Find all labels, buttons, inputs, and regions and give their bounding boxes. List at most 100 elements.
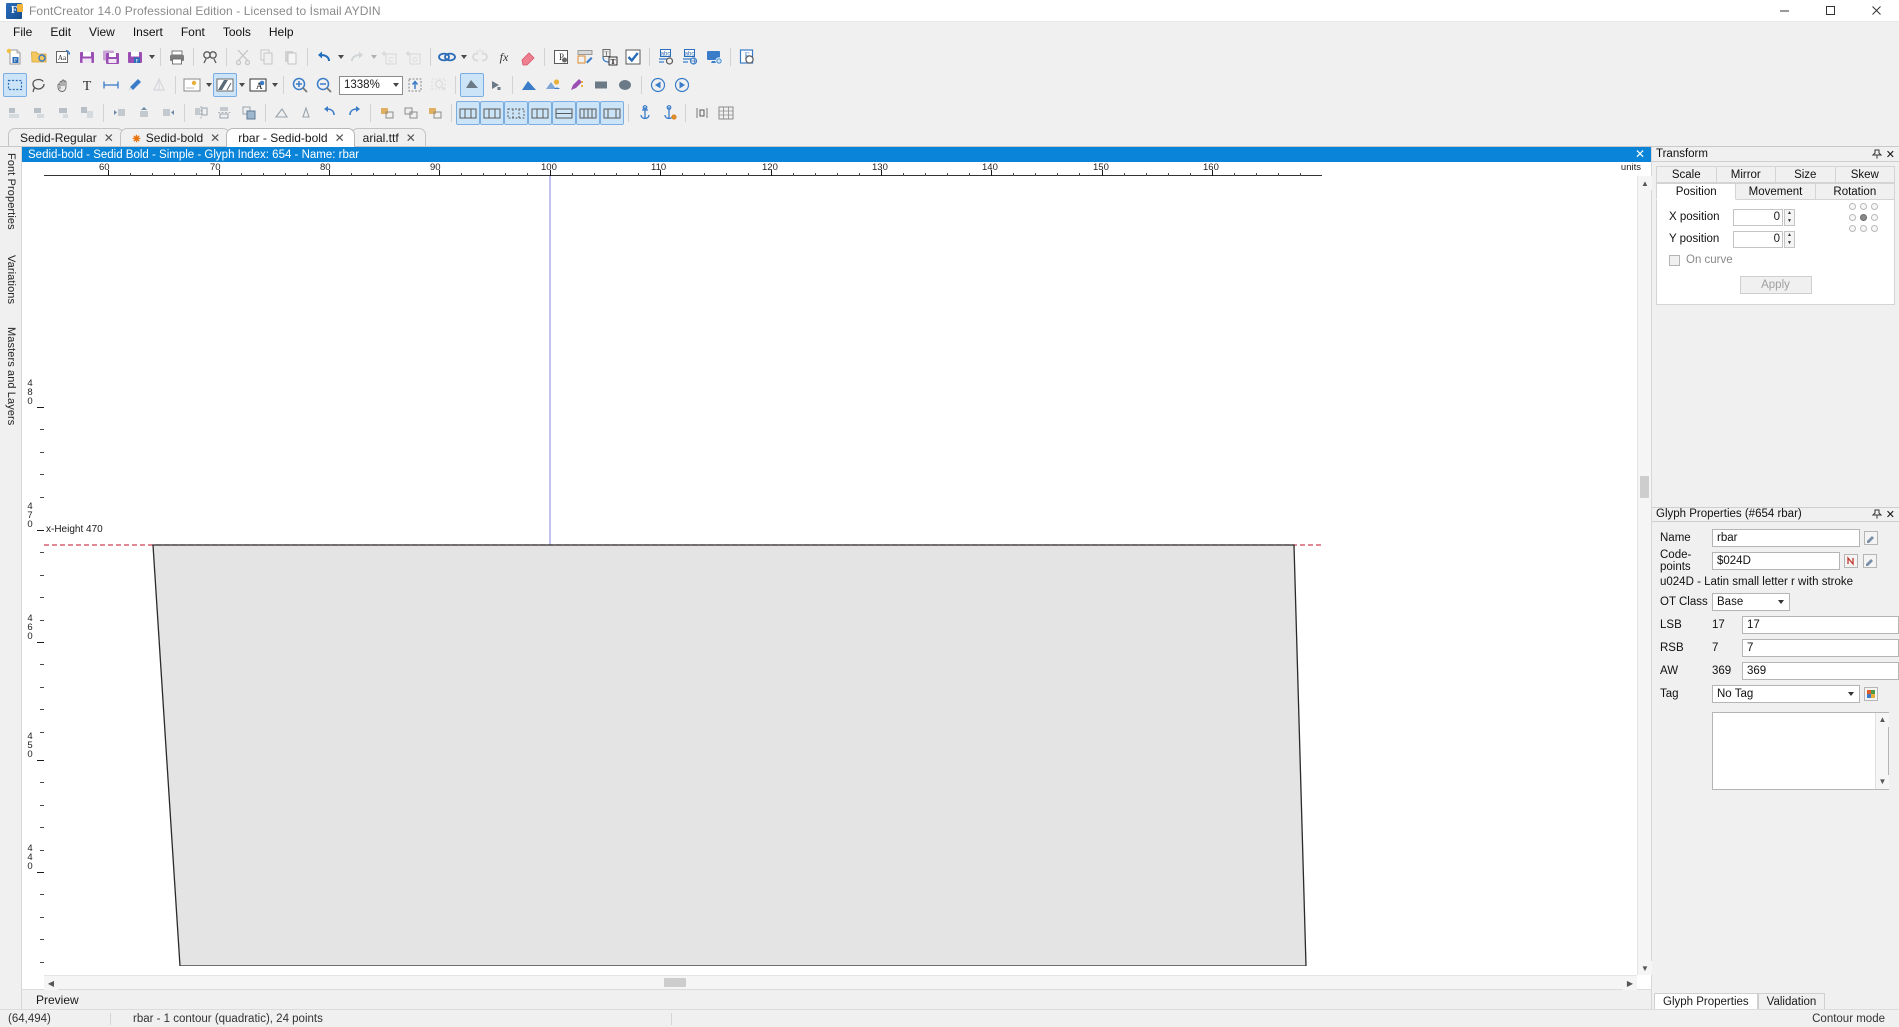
add-contour-button[interactable]: C	[378, 45, 402, 69]
highlight-button[interactable]	[565, 73, 589, 97]
redo-dropdown-caret[interactable]	[369, 45, 378, 69]
paste-button[interactable]	[279, 45, 303, 69]
anchor-attach-button[interactable]	[657, 101, 681, 125]
bottom-tab-validation[interactable]: Validation	[1758, 993, 1826, 1009]
codepoints-input[interactable]: $024D	[1712, 552, 1840, 570]
redo-button[interactable]	[345, 45, 369, 69]
grid-4-button[interactable]	[528, 101, 552, 125]
chevron-down-icon[interactable]	[1843, 686, 1859, 702]
undo-dropdown-caret[interactable]	[336, 45, 345, 69]
contour-fill-caret[interactable]	[237, 73, 246, 97]
apply-button[interactable]: Apply	[1740, 276, 1812, 294]
x-position-input[interactable]: 0	[1733, 209, 1783, 226]
menu-view[interactable]: View	[80, 22, 124, 42]
transform-tab-mirror[interactable]: Mirror	[1717, 166, 1777, 183]
tab-close-icon[interactable]: ✕	[406, 133, 416, 143]
maximize-button[interactable]	[1807, 0, 1853, 22]
grid-6-button[interactable]	[576, 101, 600, 125]
notes-scroll-up-icon[interactable]: ▲	[1876, 713, 1889, 727]
grid-7-button[interactable]	[600, 101, 624, 125]
scroll-down-arrow-icon[interactable]: ▼	[1638, 961, 1652, 975]
x-position-spinner[interactable]: ▲▼	[1784, 209, 1795, 226]
otclass-select[interactable]: Base	[1712, 593, 1790, 611]
move-left-button[interactable]	[108, 101, 132, 125]
unlink-composite-button[interactable]	[468, 45, 492, 69]
save-all-button[interactable]	[99, 45, 123, 69]
document-close-icon[interactable]: ✕	[1635, 149, 1645, 160]
link-dropdown-caret[interactable]	[459, 45, 468, 69]
anchor-point-button[interactable]	[633, 101, 657, 125]
tab-arial-ttf[interactable]: arial.ttf ✕	[351, 128, 426, 147]
anchor-dot-selected[interactable]	[1860, 214, 1867, 221]
find-glyph-button[interactable]	[198, 45, 222, 69]
tab-close-icon[interactable]: ✕	[210, 133, 220, 143]
scroll-right-arrow-icon[interactable]: ▶	[1623, 976, 1637, 990]
close-button[interactable]	[1853, 0, 1899, 22]
vertical-scrollbar[interactable]: ▲ ▼	[1637, 176, 1651, 975]
menu-help[interactable]: Help	[260, 22, 303, 42]
preview-monitor-button[interactable]	[702, 45, 726, 69]
anchor-dot[interactable]	[1860, 203, 1867, 210]
bottom-tab-glyph-properties[interactable]: Glyph Properties	[1654, 993, 1758, 1009]
grid-1-button[interactable]	[456, 101, 480, 125]
menu-file[interactable]: File	[4, 22, 41, 42]
grid-3-button[interactable]	[504, 101, 528, 125]
dock-tab-variations[interactable]: Variations	[0, 255, 22, 304]
eraser-button[interactable]	[516, 45, 540, 69]
show-fill-button[interactable]	[460, 73, 484, 97]
scroll-left-arrow-icon[interactable]: ◀	[44, 976, 58, 990]
notes-scroll-down-icon[interactable]: ▼	[1876, 775, 1889, 789]
font-overview-button[interactable]: F	[735, 45, 759, 69]
vertical-scroll-thumb[interactable]	[1640, 476, 1649, 498]
dock-tab-font-properties[interactable]: Font Properties	[0, 153, 22, 230]
menu-edit[interactable]: Edit	[41, 22, 80, 42]
flip-combo-button[interactable]	[237, 101, 261, 125]
opentype-designer-button[interactable]	[573, 45, 597, 69]
save-as-button[interactable]: F	[123, 45, 147, 69]
kerning-button[interactable]	[690, 101, 714, 125]
transform-tab-scale[interactable]: Scale	[1656, 166, 1717, 183]
aw-input[interactable]: 369	[1742, 662, 1899, 680]
text-tool-button[interactable]: T	[75, 73, 99, 97]
test-font-button[interactable]: abc	[654, 45, 678, 69]
glyph-properties-close-icon[interactable]: ✕	[1886, 508, 1895, 521]
undo-button[interactable]	[312, 45, 336, 69]
dock-tab-masters-and-layers[interactable]: Masters and Layers	[0, 327, 22, 425]
horizontal-scroll-thumb[interactable]	[664, 978, 686, 987]
name-input[interactable]: rbar	[1712, 529, 1860, 547]
metrics-grid-button[interactable]	[714, 101, 738, 125]
horizontal-scrollbar[interactable]: ◀ ▶	[44, 975, 1637, 989]
lsb-input[interactable]: 17	[1742, 616, 1899, 634]
fit-to-window-button[interactable]	[403, 73, 427, 97]
print-button[interactable]	[165, 45, 189, 69]
send-backward-button[interactable]	[342, 101, 366, 125]
transform-tab-size[interactable]: Size	[1776, 166, 1836, 183]
anchor-dot[interactable]	[1871, 225, 1878, 232]
anchor-dot[interactable]	[1860, 225, 1867, 232]
move-right-button[interactable]	[156, 101, 180, 125]
rotate-right-button[interactable]	[670, 73, 694, 97]
menu-insert[interactable]: Insert	[124, 22, 172, 42]
minimize-button[interactable]	[1761, 0, 1807, 22]
select-tool-button[interactable]	[3, 73, 27, 97]
bring-forward-button[interactable]	[318, 101, 342, 125]
anchor-left-button[interactable]	[375, 101, 399, 125]
y-position-input[interactable]: 0	[1733, 231, 1783, 248]
transform-tab-movement[interactable]: Movement	[1736, 183, 1815, 200]
glyph-notes-textarea[interactable]: ▲ ▼	[1712, 712, 1889, 790]
tab-sedid-regular[interactable]: Sedid-Regular ✕	[8, 128, 124, 147]
transform-effects-button[interactable]: fx	[492, 45, 516, 69]
preview-panel-header[interactable]: Preview	[22, 989, 1651, 1009]
skew-button[interactable]	[270, 101, 294, 125]
save-as-dropdown-caret[interactable]	[147, 45, 156, 69]
zoom-selection-button[interactable]	[427, 73, 451, 97]
anchor-grid-x[interactable]	[1847, 201, 1880, 234]
move-up-button[interactable]	[132, 101, 156, 125]
codepoints-map-icon[interactable]	[1843, 552, 1859, 570]
transform-tab-rotation[interactable]: Rotation	[1816, 183, 1895, 200]
font-smoothing-caret[interactable]	[270, 73, 279, 97]
zoom-level-input[interactable]: 1338%	[339, 76, 403, 95]
chevron-down-icon[interactable]	[1773, 594, 1789, 610]
font-smoothing-button[interactable]: A	[246, 73, 270, 97]
copy-button[interactable]	[255, 45, 279, 69]
